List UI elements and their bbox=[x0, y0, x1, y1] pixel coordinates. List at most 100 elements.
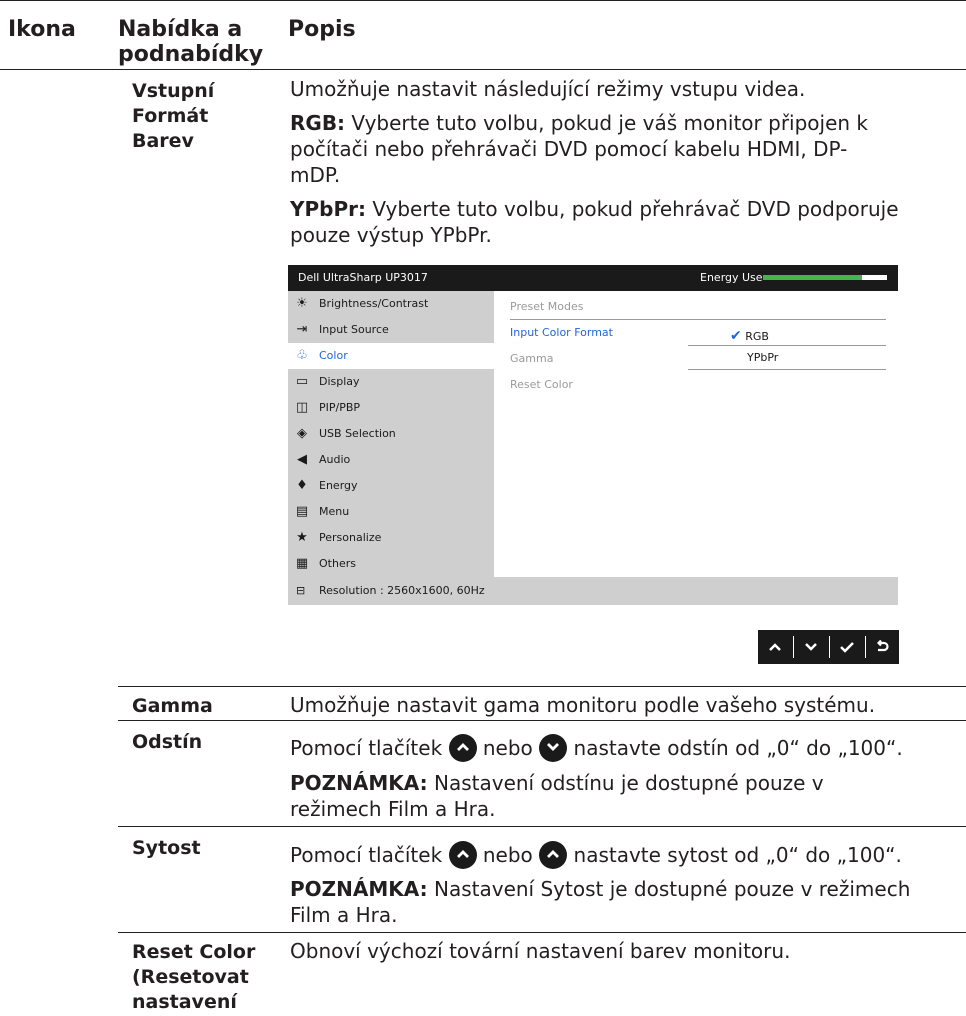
top-rule bbox=[0, 0, 966, 1]
hdmi-port-icon: ⊟ bbox=[296, 584, 306, 597]
rgb-desc-l2: počítači nebo přehrávači DVD pomocí kabe… bbox=[290, 137, 848, 161]
sat-desc-c: nastavte sytost od „0“ do „100“. bbox=[567, 843, 902, 867]
osd-menu-item-label: Others bbox=[319, 557, 356, 570]
sat-desc-a: Pomocí tlačítek bbox=[290, 843, 449, 867]
up-arrow-icon[interactable] bbox=[758, 630, 792, 664]
submenu-input-color-format[interactable]: Input Color Format bbox=[510, 326, 613, 340]
ypbpr-bold: YPbPr: bbox=[290, 197, 366, 221]
resolution-text: Resolution : 2560x1600, 60Hz bbox=[319, 584, 485, 597]
osd-menu-item[interactable]: ▭ Display bbox=[288, 369, 494, 395]
row-saturation-label: Sytost bbox=[132, 837, 201, 859]
check-icon: ✔ bbox=[730, 328, 742, 344]
row-rule bbox=[118, 932, 966, 933]
submenu-preset-modes[interactable]: Preset Modes bbox=[510, 300, 584, 314]
osd-menu-item[interactable]: ♦ Energy bbox=[288, 473, 494, 499]
sat-note-bold: POZNÁMKA: bbox=[290, 877, 428, 901]
up-circle-icon bbox=[448, 733, 477, 762]
row-hue-label: Odstín bbox=[132, 731, 203, 753]
row-input-color-label-l1: Vstupní bbox=[132, 80, 215, 102]
row-input-color-desc: Umožňuje nastavit následující režimy vst… bbox=[290, 77, 806, 101]
option-rgb-label: RGB bbox=[745, 330, 769, 343]
row-reset-label-l1: Reset Color bbox=[132, 941, 256, 963]
sat-note-l2: Film a Hra. bbox=[290, 903, 398, 927]
hue-note-l1: POZNÁMKA: Nastavení odstínu je dostupné … bbox=[290, 770, 824, 797]
osd-menu-item[interactable]: ▤ Menu bbox=[288, 499, 494, 525]
color-icon: ♧ bbox=[296, 348, 308, 363]
audio-icon: ◀ bbox=[297, 452, 307, 467]
energy-use-fill bbox=[763, 275, 863, 280]
up-circle-icon bbox=[448, 840, 477, 869]
header-rule bbox=[0, 69, 966, 70]
row-reset-desc: Obnoví výchozí tovární nastavení barev m… bbox=[290, 939, 791, 963]
energy-use-bar bbox=[763, 275, 887, 280]
submenu-divider bbox=[510, 319, 886, 320]
row-input-color-label-l2: Formát bbox=[132, 105, 209, 127]
energy-use-label: Energy Use bbox=[700, 271, 763, 284]
option-ypbpr[interactable]: YPbPr bbox=[747, 351, 778, 365]
osd-menu-item[interactable]: ▦ Others bbox=[288, 551, 494, 577]
display-icon: ▭ bbox=[295, 374, 309, 389]
sat-desc-b: nebo bbox=[476, 843, 540, 867]
osd-menu-item-label: Brightness/Contrast bbox=[319, 297, 429, 310]
row-hue-desc: Pomocí tlačítek nebo nastavte odstín od … bbox=[290, 733, 903, 764]
sat-note-text: Nastavení Sytost je dostupné pouze v rež… bbox=[427, 877, 911, 901]
osd-menu-list: ☀ Brightness/Contrast ⇥ Input Source ♧ Color ▭… bbox=[288, 291, 494, 577]
osd-menu-item-label: Color bbox=[319, 349, 348, 362]
row-rule bbox=[118, 720, 966, 721]
input-source-icon: ⇥ bbox=[296, 322, 308, 337]
header-icon-col: Ikona bbox=[8, 17, 76, 42]
osd-title-bar: Dell UltraSharp UP3017 Energy Use bbox=[288, 265, 898, 291]
hue-note-text: Nastavení odstínu je dostupné pouze v bbox=[427, 771, 824, 795]
osd-menu-item-label: Display bbox=[319, 375, 360, 388]
row-saturation-desc: Pomocí tlačítek nebo nastavte sytost od … bbox=[290, 840, 902, 871]
osd-menu-item-label: Input Source bbox=[319, 323, 389, 336]
rgb-desc-l1: RGB: Vyberte tuto volbu, pokud je váš mo… bbox=[290, 110, 868, 137]
osd-menu-item-label: PIP/PBP bbox=[319, 401, 361, 414]
ypbpr-desc-l2: pouze výstup YPbPr. bbox=[290, 223, 492, 247]
osd-menu-item[interactable]: ◀ Audio bbox=[288, 447, 494, 473]
header-desc-col: Popis bbox=[288, 17, 356, 42]
hue-desc-c: nastavte odstín od „0“ do „100“. bbox=[567, 736, 903, 760]
submenu-reset-color[interactable]: Reset Color bbox=[510, 378, 573, 392]
osd-menu-item-label: Energy bbox=[319, 479, 358, 492]
row-gamma-label: Gamma bbox=[132, 695, 213, 717]
osd-menu-item-label: USB Selection bbox=[319, 427, 396, 440]
row-rule bbox=[118, 686, 966, 687]
rgb-bold: RGB: bbox=[290, 111, 346, 135]
osd-button-bar bbox=[758, 630, 899, 664]
row-input-color-label-l3: Barev bbox=[132, 130, 194, 152]
up-circle-icon bbox=[539, 840, 568, 869]
osd-menu-screenshot: Dell UltraSharp UP3017 Energy Use ☀ Brigh… bbox=[288, 265, 898, 605]
down-circle-icon bbox=[539, 733, 568, 762]
osd-menu-item[interactable]: ⇥ Input Source bbox=[288, 317, 494, 343]
star-icon: ★ bbox=[296, 530, 308, 545]
option-divider bbox=[688, 345, 886, 346]
osd-menu-item[interactable]: ◈ USB Selection bbox=[288, 421, 494, 447]
brightness-icon: ☀ bbox=[296, 296, 308, 311]
energy-icon: ♦ bbox=[296, 478, 308, 493]
hue-desc-b: nebo bbox=[476, 736, 540, 760]
row-reset-label-l2: (Resetovat bbox=[132, 966, 249, 988]
header-menu-col-l2: podnabídky bbox=[118, 42, 264, 67]
osd-menu-item-label: Audio bbox=[319, 453, 351, 466]
header-menu-col-l1: Nabídka a bbox=[118, 17, 243, 42]
osd-menu-item[interactable]: ★ Personalize bbox=[288, 525, 494, 551]
rgb-desc-l3: mDP. bbox=[290, 163, 341, 187]
back-icon[interactable] bbox=[865, 630, 899, 664]
pip-pbp-icon: ◫ bbox=[295, 400, 309, 415]
ypbpr-text: Vyberte tuto volbu, pokud přehrávač DVD … bbox=[365, 197, 899, 221]
osd-menu-item[interactable]: ♧ Color bbox=[288, 343, 494, 369]
osd-menu-item[interactable]: ☀ Brightness/Contrast bbox=[288, 291, 494, 317]
row-gamma-desc: Umožňuje nastavit gama monitoru podle va… bbox=[290, 693, 876, 717]
hue-note-l2: režimech Film a Hra. bbox=[290, 797, 496, 821]
usb-icon: ◈ bbox=[297, 426, 307, 441]
submenu-gamma[interactable]: Gamma bbox=[510, 352, 553, 366]
option-rgb[interactable]: ✔ RGB bbox=[730, 329, 769, 344]
rgb-text: Vyberte tuto volbu, pokud je váš monitor… bbox=[345, 111, 869, 135]
row-rule bbox=[118, 826, 966, 827]
check-icon[interactable] bbox=[830, 630, 864, 664]
down-arrow-icon[interactable] bbox=[794, 630, 828, 664]
option-divider-2 bbox=[688, 369, 886, 370]
osd-title: Dell UltraSharp UP3017 bbox=[298, 271, 428, 284]
osd-menu-item[interactable]: ◫ PIP/PBP bbox=[288, 395, 494, 421]
